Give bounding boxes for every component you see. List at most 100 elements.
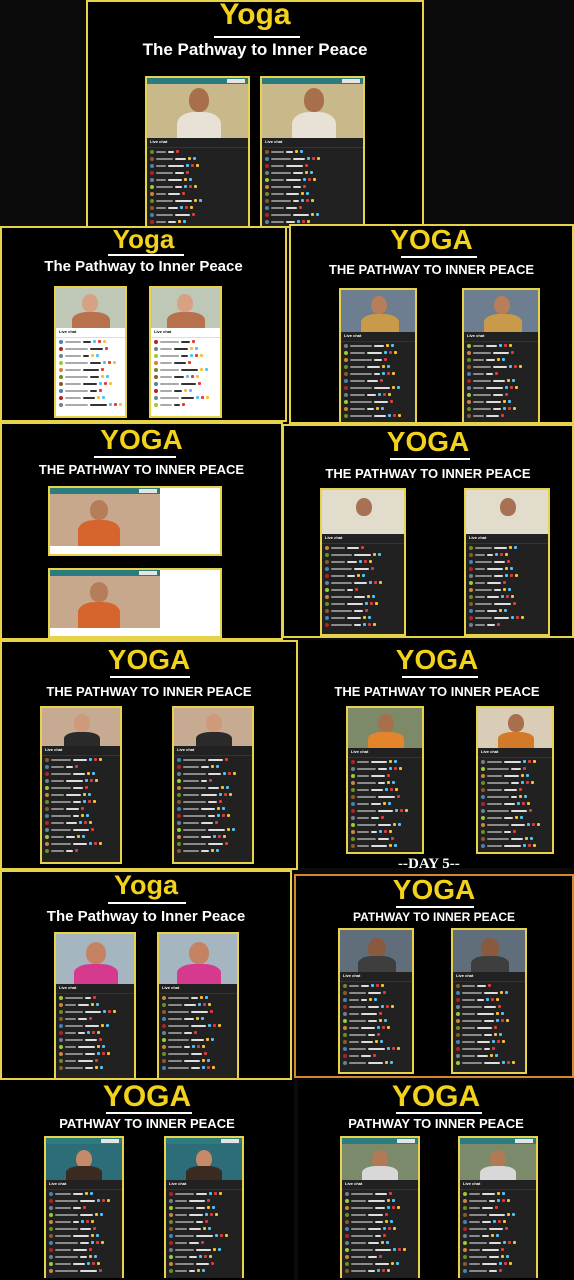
chat-header: Live chat [46,1180,122,1190]
panel-4: YOGA THE PATHWAY TO INNER PEACE [0,422,283,640]
panel-title: YOGA [390,224,473,255]
panel-title: Yoga [113,870,178,900]
chat-message [478,765,552,772]
chat-message [42,784,120,791]
chat-message [151,352,220,359]
chat-message [56,1036,134,1043]
chat-message [174,819,252,826]
chat-header: Live chat [42,746,120,756]
panel-title: Yoga [112,226,175,254]
chat-message [262,162,363,169]
panel-8: Yoga The Pathway to Inner Peace Live cha… [0,870,292,1080]
chat-header: Live chat [460,1180,536,1190]
chat-message [174,833,252,840]
screenshot-left: Live chat [339,288,417,422]
chat-message [174,770,252,777]
chat-message [42,805,120,812]
chat-message [56,1029,134,1036]
chat-message [262,169,363,176]
panel-2: Yoga The Pathway to Inner Peace Live cha… [0,226,287,422]
chat-message [56,1015,134,1022]
chat-message [46,1225,122,1232]
chat-header: Live chat [342,1180,418,1190]
day-label: --DAY 5-- [398,856,460,872]
chat-message [464,356,538,363]
chat-header: Live chat [466,534,548,544]
chat-message [464,391,538,398]
panel-subtitle: PATHWAY TO INNER PEACE [352,910,516,924]
chat-message [342,1253,418,1260]
panel-title: YOGA [391,1080,481,1113]
chat-message [56,387,125,394]
chat-message [56,359,125,366]
chat-message [42,847,120,854]
chat-message [262,190,363,197]
chat-message [56,373,125,380]
chat-message [348,772,422,779]
panel-1: Yoga The Pathway to Inner Peace Live cha… [86,0,424,228]
chat-message [348,828,422,835]
chat-message [453,1017,525,1024]
chat-message [159,1001,237,1008]
chat-message [340,1059,412,1066]
chat-message [166,1260,242,1267]
chat-header: Live chat [340,972,412,982]
screenshot-bottom [48,568,222,638]
chat-message [174,840,252,847]
chat-message [464,363,538,370]
chat-message [262,176,363,183]
panel-subtitle: THE PATHWAY TO INNER PEACE [46,684,252,699]
chat-message [342,1211,418,1218]
chat-message [460,1239,536,1246]
chat-message [460,1218,536,1225]
chat-message [56,1050,134,1057]
chat-message [466,621,548,628]
chat-message [453,996,525,1003]
screenshot-left: Live chat [40,706,122,864]
screenshot-right: Live chat [464,488,550,636]
chat-message [46,1197,122,1204]
chat-message [466,607,548,614]
title-underline [390,458,470,460]
title-underline [108,254,184,256]
chat-message [166,1218,242,1225]
title-underline [108,902,186,904]
chat-message [341,384,415,391]
chat-message [46,1190,122,1197]
chat-message [453,1045,525,1052]
screenshot-right: Live chat [164,1136,244,1278]
chat-header: Live chat [322,534,404,544]
chat-message [174,784,252,791]
chat-message [322,600,404,607]
screenshot-left: Live chat [346,706,424,854]
screenshot-top [48,486,222,556]
chat-message [340,1017,412,1024]
panel-title: YOGA [100,424,183,455]
chat-message [460,1246,536,1253]
chat-message [453,1003,525,1010]
chat-message [56,1064,134,1071]
chat-message [478,758,552,765]
chat-message [322,621,404,628]
chat-message [464,377,538,384]
chat-message [460,1225,536,1232]
chat-message [56,1022,134,1029]
chat-message [453,1031,525,1038]
chat-message [348,779,422,786]
chat-message [174,805,252,812]
chat-message [478,793,552,800]
chat-message [147,176,248,183]
chat-message [340,996,412,1003]
chat-message [174,798,252,805]
chat-message [322,607,404,614]
chat-message [478,800,552,807]
chat-message [56,994,134,1001]
chat-message [478,807,552,814]
chat-message [174,826,252,833]
chat-message [42,819,120,826]
chat-message [46,1218,122,1225]
chat-message [342,1225,418,1232]
panel-subtitle: The Pathway to Inner Peace [142,40,368,59]
chat-message [466,572,548,579]
chat-message [460,1211,536,1218]
